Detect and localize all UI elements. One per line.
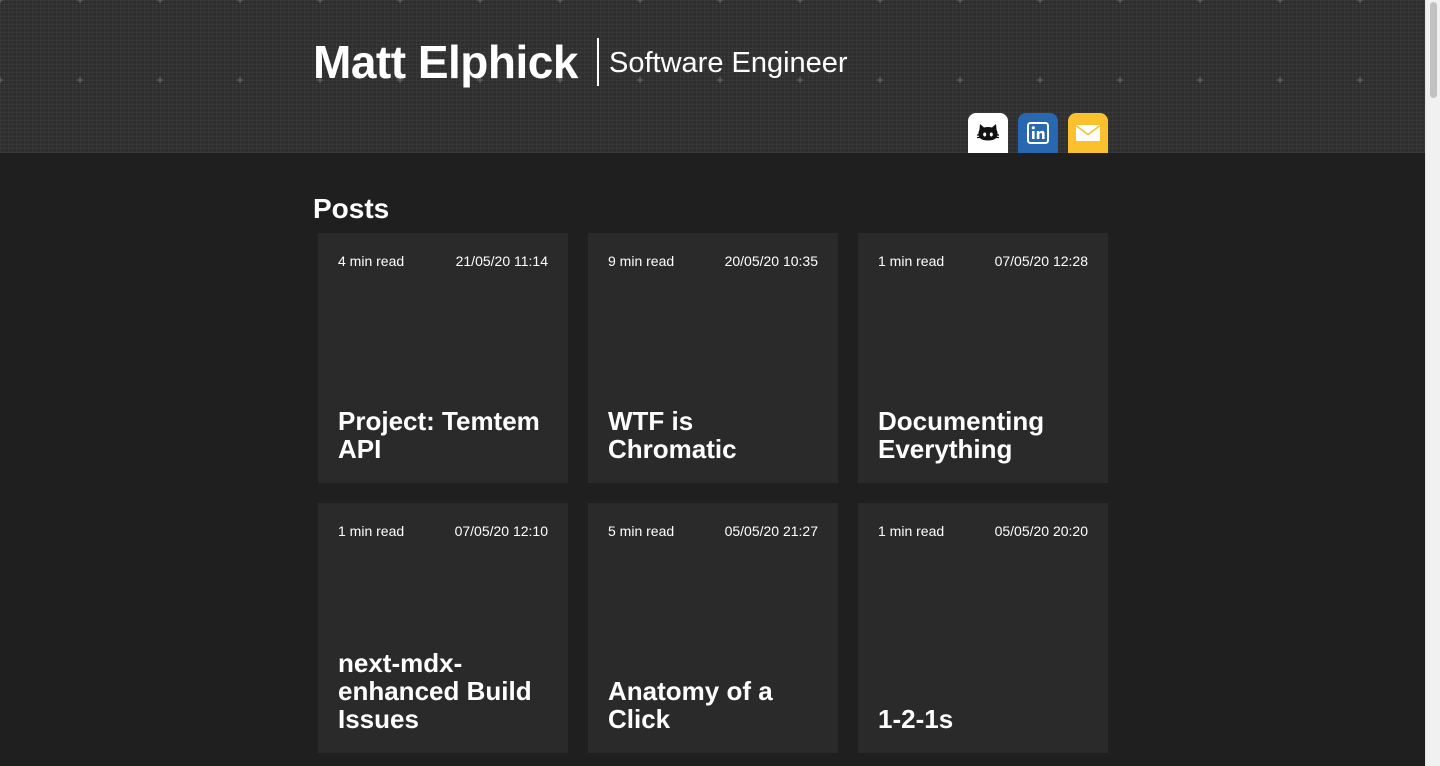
post-date: 07/05/20 12:28 — [994, 253, 1088, 269]
post-meta: 1 min read 07/05/20 12:10 — [338, 522, 548, 540]
github-link[interactable] — [968, 113, 1008, 153]
read-time: 1 min read — [878, 253, 945, 269]
site-owner-name: Matt Elphick — [313, 36, 578, 88]
post-card[interactable]: 1 min read 07/05/20 12:28 Documenting Ev… — [858, 233, 1108, 483]
read-time: 5 min read — [608, 523, 675, 539]
linkedin-icon — [1027, 122, 1049, 144]
read-time: 1 min read — [878, 523, 945, 539]
site-header: Matt Elphick Software Engineer — [0, 0, 1425, 153]
scrollbar-thumb[interactable] — [1430, 2, 1437, 98]
post-title: next-mdx-enhanced Build Issues — [338, 648, 532, 734]
page: Matt Elphick Software Engineer Posts 4 m… — [0, 0, 1425, 766]
post-title: Project: Temtem API — [338, 406, 540, 464]
post-date: 20/05/20 10:35 — [724, 253, 818, 269]
post-title: Documenting Everything — [878, 406, 1045, 464]
linkedin-link[interactable] — [1018, 113, 1058, 153]
envelope-icon — [1076, 125, 1100, 141]
github-icon — [977, 124, 999, 141]
post-title: Anatomy of a Click — [608, 676, 773, 734]
post-date: 07/05/20 12:10 — [454, 523, 548, 539]
read-time: 4 min read — [338, 253, 405, 269]
post-date: 05/05/20 21:27 — [724, 523, 818, 539]
post-title: 1-2-1s — [878, 704, 954, 734]
vertical-scrollbar[interactable] — [1425, 0, 1440, 766]
title-divider — [597, 38, 599, 86]
read-time: 9 min read — [608, 253, 675, 269]
post-card[interactable]: 1 min read 05/05/20 20:20 1-2-1s — [858, 503, 1108, 753]
post-date: 21/05/20 11:14 — [455, 253, 548, 269]
post-card[interactable]: 9 min read 20/05/20 10:35 WTF is Chromat… — [588, 233, 838, 483]
post-card[interactable]: 1 min read 07/05/20 12:10 next-mdx-enhan… — [318, 503, 568, 753]
email-link[interactable] — [1068, 113, 1108, 153]
post-meta: 4 min read 21/05/20 11:14 — [338, 252, 548, 270]
site-owner-role: Software Engineer — [609, 47, 848, 79]
post-card[interactable]: 4 min read 21/05/20 11:14 Project: Temte… — [318, 233, 568, 483]
post-title: WTF is Chromatic — [608, 406, 737, 464]
post-card[interactable]: 5 min read 05/05/20 21:27 Anatomy of a C… — [588, 503, 838, 753]
post-meta: 9 min read 20/05/20 10:35 — [608, 252, 818, 270]
post-meta: 1 min read 05/05/20 20:20 — [878, 522, 1088, 540]
read-time: 1 min read — [338, 523, 405, 539]
post-date: 05/05/20 20:20 — [994, 523, 1088, 539]
post-meta: 1 min read 07/05/20 12:28 — [878, 252, 1088, 270]
posts-heading: Posts — [313, 193, 390, 224]
post-meta: 5 min read 05/05/20 21:27 — [608, 522, 818, 540]
